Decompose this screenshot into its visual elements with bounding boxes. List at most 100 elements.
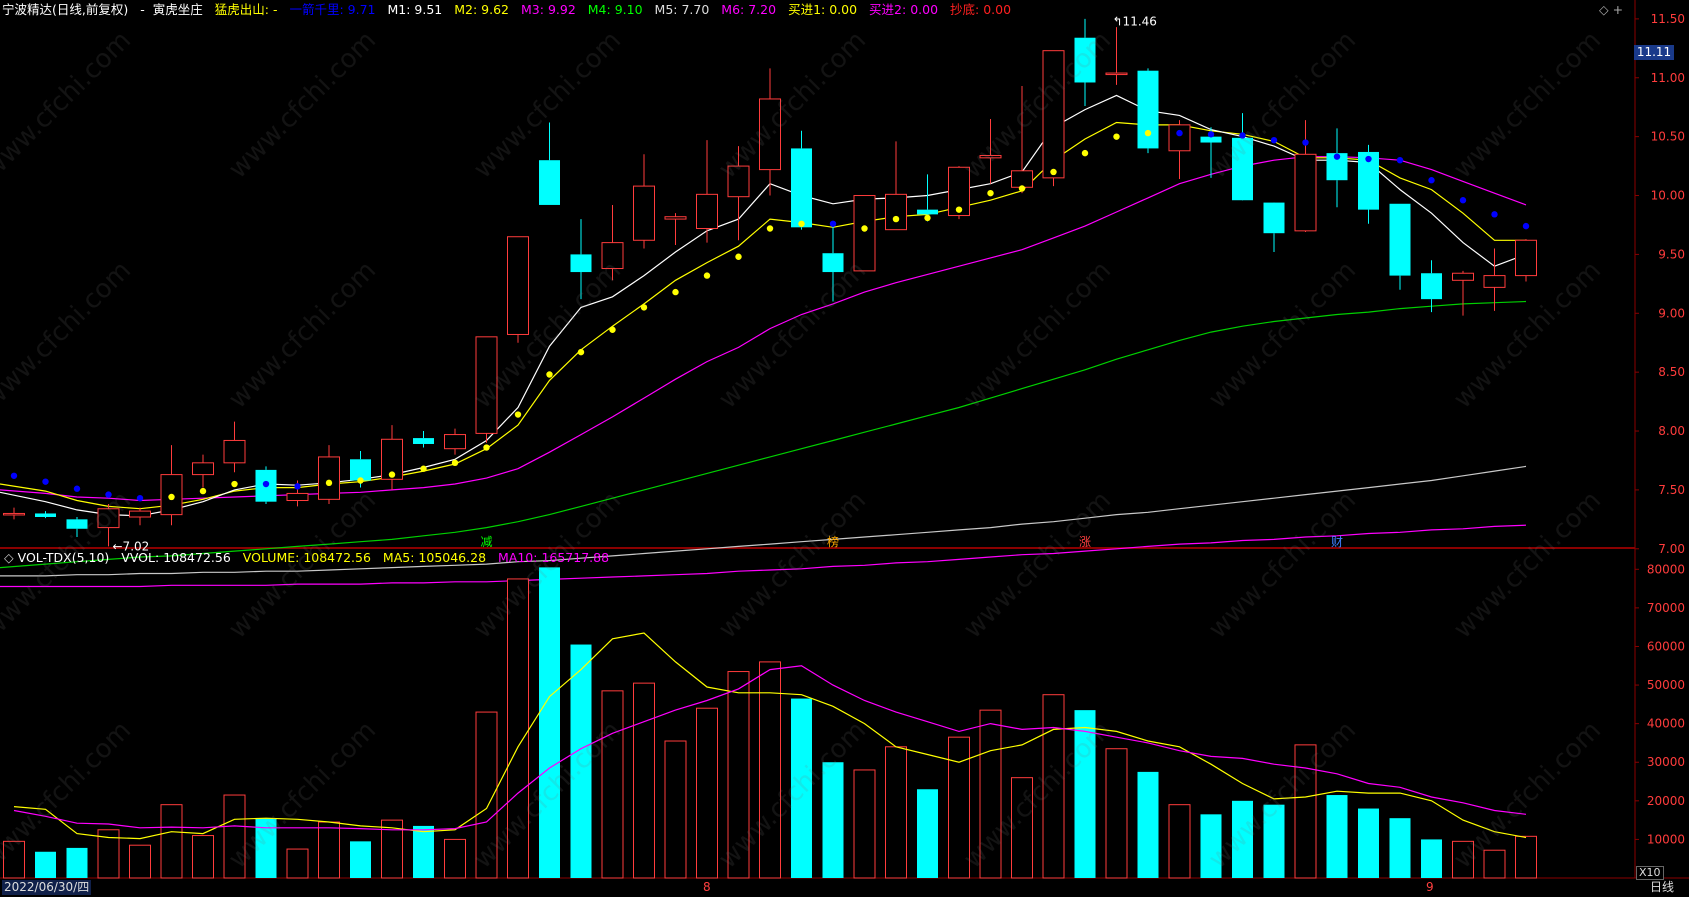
candle xyxy=(1421,260,1442,313)
candle-body xyxy=(917,209,938,215)
candle xyxy=(475,336,498,443)
bottom-item: 抄底: 0.00 xyxy=(950,2,1012,17)
candle xyxy=(507,236,529,343)
volume-bar xyxy=(1515,835,1537,879)
volume-bar xyxy=(696,707,718,879)
candle-body xyxy=(664,216,687,220)
volume-bar xyxy=(853,769,876,879)
signal-dot-yellow xyxy=(168,493,175,501)
candle-body xyxy=(822,253,844,273)
candle xyxy=(223,421,246,473)
volume-tick-label: 20000 xyxy=(1647,794,1685,808)
plus-icon[interactable]: + xyxy=(1613,2,1623,17)
signal-dot-yellow xyxy=(609,326,616,333)
candle xyxy=(696,140,718,243)
volume-bar xyxy=(1263,804,1285,878)
candle-body xyxy=(286,492,309,502)
signal-dot-yellow xyxy=(1050,168,1057,176)
candle-body xyxy=(727,165,750,198)
candle-body xyxy=(3,512,25,516)
candle-body xyxy=(791,148,812,228)
candle xyxy=(1294,120,1317,233)
vol-name[interactable]: VOL-TDX(5,10) xyxy=(18,550,110,565)
price-tick-label: 11.50 xyxy=(1651,12,1685,26)
candle xyxy=(664,213,687,245)
candle xyxy=(1452,270,1474,316)
signal-dot-yellow xyxy=(735,253,742,260)
volume-bar xyxy=(1200,814,1222,878)
kline-window: 7.00 7.50 8.00 8.50 9.00 9.50 10.00 10.50 11.00 1… xyxy=(0,0,1689,897)
candle xyxy=(979,118,1002,184)
price-tick-label: 9.50 xyxy=(1658,247,1685,261)
candle xyxy=(1515,239,1537,282)
signal-dot-blue xyxy=(10,472,18,479)
candle-body xyxy=(1232,137,1253,201)
candle xyxy=(791,130,812,230)
volume-bar xyxy=(318,821,340,879)
price-tick-label: 10.00 xyxy=(1651,189,1685,203)
price-tick-label: 7.00 xyxy=(1658,542,1685,556)
volume-tick-label: 60000 xyxy=(1647,639,1685,653)
signal-dot-yellow xyxy=(325,479,333,487)
signal-dot-blue xyxy=(262,480,270,488)
m5-item: M5: 7.70 xyxy=(654,2,710,17)
signal-dot-yellow xyxy=(451,459,459,467)
volume-bar xyxy=(791,698,812,878)
signal-dot-blue xyxy=(294,483,301,490)
volume-bar xyxy=(66,847,88,878)
volume-bar xyxy=(1452,840,1474,879)
candle-body xyxy=(759,98,781,171)
signal-dot-yellow xyxy=(483,444,490,451)
m4-item: M4: 9.10 xyxy=(587,2,643,17)
signal-dot-blue xyxy=(42,478,49,485)
daily-period-button[interactable]: 日线 xyxy=(1650,880,1674,895)
diamond-icon[interactable]: ◇ xyxy=(1599,2,1609,17)
signal-dot-yellow xyxy=(1113,133,1120,140)
signal-dot-yellow xyxy=(546,371,553,378)
volume-bar xyxy=(601,690,624,879)
ma-line-m4 xyxy=(0,300,1527,569)
kline-chart[interactable]: 7.00 7.50 8.00 8.50 9.00 9.50 10.00 10.50 11.00 1… xyxy=(0,0,1689,897)
candle-body xyxy=(35,513,56,517)
candle xyxy=(444,428,466,455)
volume-bar xyxy=(822,762,844,878)
volume-bar xyxy=(507,578,529,879)
candle xyxy=(318,445,340,505)
volume-bar xyxy=(350,841,371,878)
event-marker: 涨 xyxy=(1079,534,1091,549)
candle-body xyxy=(539,160,560,205)
candle xyxy=(1105,27,1128,85)
candle-body xyxy=(1515,239,1537,277)
candle-body xyxy=(1137,70,1159,149)
signal-dot-yellow xyxy=(199,487,207,495)
candle-body xyxy=(1452,272,1474,281)
volume-tick-label: 70000 xyxy=(1647,601,1685,615)
volume-bar xyxy=(129,844,151,879)
indicator-name[interactable]: 寅虎坐庄 xyxy=(153,2,203,17)
candle-body xyxy=(1389,203,1411,276)
candle-body xyxy=(507,236,529,335)
volume-bar xyxy=(633,682,655,879)
candle xyxy=(129,507,151,526)
price-tick-label: 8.00 xyxy=(1658,424,1685,438)
signal-dot-blue xyxy=(73,485,81,492)
signal-dot-yellow xyxy=(514,411,522,418)
candle xyxy=(601,204,624,281)
signal-dot-yellow xyxy=(703,272,711,279)
signal-dot-blue xyxy=(1302,139,1309,146)
m6-item: M6: 7.20 xyxy=(721,2,777,17)
volume-bar xyxy=(1358,808,1379,878)
candle xyxy=(853,195,876,272)
header-sep: - xyxy=(140,2,145,17)
candle-body xyxy=(1168,124,1191,152)
signal-dot-blue xyxy=(1396,156,1404,164)
signal-dot-blue xyxy=(1365,155,1372,163)
candle-body xyxy=(601,242,624,270)
volume-bar xyxy=(1011,777,1033,879)
candle xyxy=(160,445,183,526)
signal-dot-blue xyxy=(1176,129,1183,137)
volume-bar xyxy=(570,644,592,878)
candle-body xyxy=(1263,202,1285,234)
collapse-icon[interactable]: ◇ xyxy=(4,550,14,565)
candle-body xyxy=(696,193,718,229)
